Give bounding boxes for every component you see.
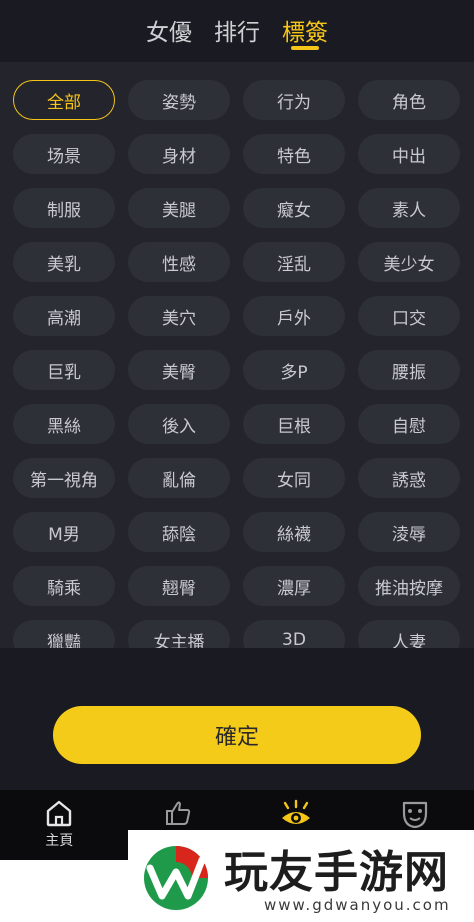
top-tab-bar: 女優 排行 標簽 xyxy=(0,0,474,62)
tab-tags[interactable]: 標簽 xyxy=(282,13,328,53)
tag-chip[interactable]: 獵豔 xyxy=(13,620,115,648)
tag-chip[interactable]: 制服 xyxy=(13,188,115,228)
tag-chip[interactable]: 姿勢 xyxy=(128,80,230,120)
tab-label: 女優 xyxy=(146,20,192,46)
tag-chip[interactable]: 自慰 xyxy=(358,404,460,444)
tab-label: 標簽 xyxy=(282,20,328,46)
watermark-title: 玩友手游网 xyxy=(224,847,449,898)
tag-chip[interactable]: 癡女 xyxy=(243,188,345,228)
tag-chip[interactable]: 素人 xyxy=(358,188,460,228)
tag-chip[interactable]: 翹臀 xyxy=(128,566,230,606)
confirm-button[interactable]: 確定 xyxy=(53,706,421,764)
site-watermark: 玩友手游网 www.gdwanyou.com xyxy=(128,830,474,922)
tag-chip[interactable]: 黑絲 xyxy=(13,404,115,444)
confirm-area: 確定 xyxy=(0,648,474,790)
tag-chip[interactable]: 3D xyxy=(243,620,345,648)
tag-list-panel[interactable]: 全部 姿勢 行为 角色场景 身材 特色 中出制服 美腿 癡女 素人美乳 性感 淫乱 美少女高潮 美穴 戶外口… xyxy=(0,62,474,648)
tag-chip[interactable]: 淫乱 xyxy=(243,242,345,282)
nav-label-home: 主頁 xyxy=(45,833,74,849)
tag-chip[interactable]: 美腿 xyxy=(128,188,230,228)
tag-chip[interactable]: 誘惑 xyxy=(358,458,460,498)
tag-chip[interactable]: 口交 xyxy=(358,296,460,336)
tag-chip[interactable]: 戶外 xyxy=(243,296,345,336)
tag-chip[interactable]: 亂倫 xyxy=(128,458,230,498)
tag-chip[interactable]: 多P xyxy=(243,350,345,390)
nav-item-home[interactable]: 主頁 xyxy=(0,790,119,860)
tag-chip[interactable]: 美臀 xyxy=(128,350,230,390)
tab-label: 排行 xyxy=(214,20,260,46)
tag-grid: 全部 姿勢 行为 角色场景 身材 特色 中出制服 美腿 癡女 素人美乳 性感 淫乱 美少女高潮 美穴 戶外口… xyxy=(13,80,460,648)
tag-chip[interactable]: 全部 xyxy=(13,80,115,120)
tag-chip[interactable]: 高潮 xyxy=(13,296,115,336)
tag-chip[interactable]: 絲襪 xyxy=(243,512,345,552)
tag-chip[interactable]: 淩辱 xyxy=(358,512,460,552)
app-window: 女優 排行 標簽 全部 姿勢 行为 角色 场景 身材 特色 中出 制服 美腿 癡女 素人 美乳 性感 淫乱美… xyxy=(0,0,474,860)
tag-chip[interactable]: 濃厚 xyxy=(243,566,345,606)
tag-chip[interactable]: 美少女 xyxy=(358,242,460,282)
tag-chip[interactable]: 第一視角 xyxy=(13,458,115,498)
mask-icon xyxy=(402,801,427,829)
tag-chip[interactable]: 腰振 xyxy=(358,350,460,390)
confirm-button-label: 確定 xyxy=(214,725,259,750)
tag-chip[interactable]: 美穴 xyxy=(128,296,230,336)
tag-chip[interactable]: 中出 xyxy=(358,134,460,174)
tag-chip[interactable]: 行为 xyxy=(243,80,345,120)
tab-actresses[interactable]: 女優 xyxy=(146,13,192,53)
watermark-logo-icon xyxy=(144,846,208,910)
eye-icon xyxy=(282,799,311,824)
tag-chip[interactable]: 舔陰 xyxy=(128,512,230,552)
tag-chip[interactable]: 性感 xyxy=(128,242,230,282)
tag-chip[interactable]: 後入 xyxy=(128,404,230,444)
active-tab-indicator xyxy=(291,46,319,50)
tag-chip[interactable]: 特色 xyxy=(243,134,345,174)
thumbs-up-icon xyxy=(165,801,190,825)
tag-chip[interactable]: 美乳 xyxy=(13,242,115,282)
tag-chip[interactable]: 巨乳 xyxy=(13,350,115,390)
tag-chip[interactable]: 騎乘 xyxy=(13,566,115,606)
tag-chip[interactable]: 女同 xyxy=(243,458,345,498)
tag-chip[interactable]: 巨根 xyxy=(243,404,345,444)
tag-chip[interactable]: 推油按摩 xyxy=(358,566,460,606)
tag-chip[interactable]: M男 xyxy=(13,512,115,552)
tag-chip[interactable]: 女主播 xyxy=(128,620,230,648)
tag-chip[interactable]: 场景 xyxy=(13,134,115,174)
tag-chip[interactable]: 角色 xyxy=(358,80,460,120)
tab-ranking[interactable]: 排行 xyxy=(214,13,260,53)
tag-chip[interactable]: 身材 xyxy=(128,134,230,174)
tag-chip[interactable]: 人妻 xyxy=(358,620,460,648)
watermark-url: www.gdwanyou.com xyxy=(264,896,451,914)
home-icon xyxy=(47,800,72,827)
